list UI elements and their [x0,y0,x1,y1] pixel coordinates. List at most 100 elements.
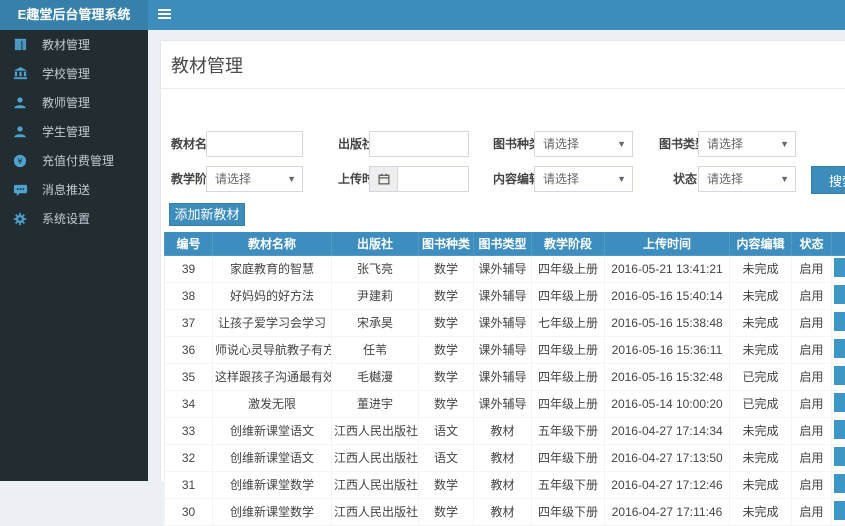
col-header-id: 编号 [165,232,213,255]
content-card: 教材管理 教材名称 出版社 图书种类 请选择 ▼ 图书类型 请选择 ▼ 教学阶段… [160,40,845,481]
cell-name: 好妈妈的好方法 [213,282,332,309]
col-header-status: 状态 [792,232,832,255]
cell-stage: 四年级上册 [532,336,605,363]
row-action-button[interactable] [834,447,845,466]
cell-name: 创维新课堂数学 [213,471,332,498]
sidebar-item-schools[interactable]: 学校管理 [0,59,148,88]
sidebar-item-teachers[interactable]: 教师管理 [0,88,148,117]
table-row: 35 这样跟孩子沟通最有效 毛樾漫 数学 课外辅导 四年级上册 2016-05-… [165,363,845,390]
sidebar-item-label: 教师管理 [42,94,90,111]
row-action-button[interactable] [834,366,845,385]
table-body: 39 家庭教育的智慧 张飞亮 数学 课外辅导 四年级上册 2016-05-21 … [165,255,845,525]
row-action-button[interactable] [834,393,845,412]
cell-type: 教材 [474,498,532,525]
cell-content-edit: 未完成 [730,498,792,525]
cell-name: 创维新课堂语文 [213,444,332,471]
cell-content-edit: 未完成 [730,309,792,336]
cell-actions [832,255,845,282]
cell-status: 启用 [792,282,832,309]
cell-upload-time: 2016-05-21 13:41:21 [605,255,730,282]
cell-category: 数学 [419,363,474,390]
select-value: 请选择 [215,172,251,186]
cell-content-edit: 未完成 [730,282,792,309]
add-material-button[interactable]: 添加新教材 [169,203,245,226]
row-action-button[interactable] [834,339,845,358]
calendar-icon [369,166,397,192]
cell-upload-time: 2016-04-27 17:13:50 [605,444,730,471]
cell-type: 课外辅导 [474,390,532,417]
upload-time-input[interactable] [397,166,469,192]
cell-id: 37 [165,309,213,336]
row-action-button[interactable] [834,420,845,439]
col-header-content-edit: 内容编辑 [730,232,792,255]
cell-type: 课外辅导 [474,255,532,282]
cell-name: 创维新课堂数学 [213,498,332,525]
cell-upload-time: 2016-05-14 10:00:20 [605,390,730,417]
row-action-button[interactable] [834,501,845,520]
cell-type: 教材 [474,471,532,498]
cell-stage: 四年级下册 [532,498,605,525]
book-category-select[interactable]: 请选择 ▼ [534,131,633,157]
book-type-select[interactable]: 请选择 ▼ [698,131,796,157]
bank-icon [13,66,33,82]
teacher-icon [13,95,33,111]
teaching-stage-select[interactable]: 请选择 ▼ [206,166,303,192]
table-row: 37 让孩子爱学习会学习 宋承昊 数学 课外辅导 七年级上册 2016-05-1… [165,309,845,336]
select-value: 请选择 [707,172,743,186]
cell-id: 31 [165,471,213,498]
recharge-icon: ¥ [13,153,33,169]
chevron-down-icon: ▼ [780,167,789,191]
cell-actions [832,498,845,525]
content-area: 教材管理 教材名称 出版社 图书种类 请选择 ▼ 图书类型 请选择 ▼ 教学阶段… [148,30,845,481]
cell-stage: 四年级上册 [532,390,605,417]
cell-stage: 五年级下册 [532,471,605,498]
sidebar-item-label: 消息推送 [42,181,90,198]
chevron-down-icon: ▼ [617,167,626,191]
cell-id: 34 [165,390,213,417]
cell-status: 启用 [792,444,832,471]
cell-status: 启用 [792,498,832,525]
cell-id: 30 [165,498,213,525]
sidebar-item-students[interactable]: 学生管理 [0,117,148,146]
col-header-publisher: 出版社 [332,232,419,255]
sidebar-item-recharge[interactable]: ¥ 充值付费管理 [0,146,148,175]
row-action-button[interactable] [834,285,845,304]
sidebar-item-materials[interactable]: 教材管理 [0,30,148,59]
search-button[interactable]: 搜索 [811,166,845,194]
sidebar-item-label: 系统设置 [42,210,90,227]
col-header-name: 教材名称 [213,232,332,255]
cell-category: 语文 [419,444,474,471]
select-value: 请选择 [543,137,579,151]
material-name-input[interactable] [206,131,303,157]
cell-status: 启用 [792,417,832,444]
cell-actions [832,363,845,390]
row-action-button[interactable] [834,474,845,493]
sidebar-item-settings[interactable]: 系统设置 [0,204,148,233]
row-action-button[interactable] [834,312,845,331]
hamburger-icon[interactable] [158,9,172,21]
cell-upload-time: 2016-05-16 15:40:14 [605,282,730,309]
cell-stage: 四年级上册 [532,363,605,390]
svg-text:¥: ¥ [17,157,22,166]
sidebar-item-messages[interactable]: 消息推送 [0,175,148,204]
status-select[interactable]: 请选择 ▼ [698,166,796,192]
col-header-actions [832,232,845,255]
content-edit-select[interactable]: 请选择 ▼ [534,166,633,192]
cell-name: 师说心灵导航教子有方 [213,336,332,363]
cell-content-edit: 未完成 [730,417,792,444]
app-logo[interactable]: E趣堂后台管理系统 [0,0,148,30]
cell-publisher: 毛樾漫 [332,363,419,390]
cell-actions [832,417,845,444]
cell-publisher: 任苇 [332,336,419,363]
cell-stage: 四年级上册 [532,255,605,282]
cell-actions [832,471,845,498]
publisher-input[interactable] [369,131,469,157]
cell-content-edit: 已完成 [730,363,792,390]
cell-upload-time: 2016-05-16 15:36:11 [605,336,730,363]
cell-stage: 四年级上册 [532,282,605,309]
row-action-button[interactable] [834,258,845,277]
cell-status: 启用 [792,390,832,417]
cell-actions [832,336,845,363]
sidebar-item-label: 教材管理 [42,36,90,53]
cell-category: 语文 [419,417,474,444]
